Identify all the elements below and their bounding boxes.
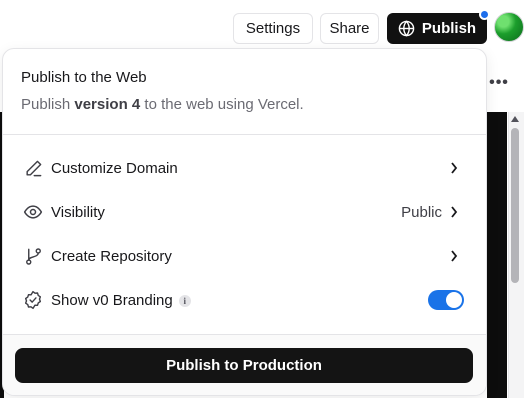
chevron-right-icon [450,205,460,219]
visibility-row[interactable]: Visibility Public [3,190,486,234]
publish-button[interactable]: Publish [387,13,487,44]
visibility-value: Public [401,203,442,221]
create-repository-row[interactable]: Create Repository [3,234,486,278]
badge-check-icon [23,290,43,310]
publish-to-production-button[interactable]: Publish to Production [15,348,473,383]
globe-icon [398,20,415,37]
customize-domain-label: Customize Domain [51,159,178,177]
version-label: version 4 [74,96,141,113]
notification-dot [479,9,490,20]
more-options-icon[interactable]: ••• [488,70,510,96]
customize-domain-row[interactable]: Customize Domain [3,146,486,190]
show-branding-label: Show v0 Branding i [51,292,191,309]
share-button[interactable]: Share [320,13,379,44]
settings-button[interactable]: Settings [233,13,313,44]
pen-icon [23,158,43,178]
popover-subtitle: Publish version 4 to the web using Verce… [21,96,304,113]
chevron-right-icon [450,161,460,175]
visibility-label: Visibility [51,203,105,221]
chevron-right-icon [450,249,460,263]
publish-popover: Publish to the Web Publish version 4 to … [2,48,487,396]
show-branding-row: Show v0 Branding i [3,278,486,322]
branding-toggle[interactable] [428,290,464,310]
popover-footer: Publish to Production [3,334,486,395]
scroll-up-arrow-icon[interactable] [511,116,519,122]
info-icon[interactable]: i [178,294,191,307]
scrollbar-thumb[interactable] [511,128,519,283]
avatar[interactable] [494,12,524,42]
git-branch-icon [23,246,43,266]
popover-header: Publish to the Web Publish version 4 to … [3,49,486,135]
eye-icon [23,202,43,222]
popover-title: Publish to the Web [21,69,147,86]
preview-area [487,112,507,398]
create-repository-label: Create Repository [51,247,172,265]
publish-button-label: Publish [421,20,477,37]
